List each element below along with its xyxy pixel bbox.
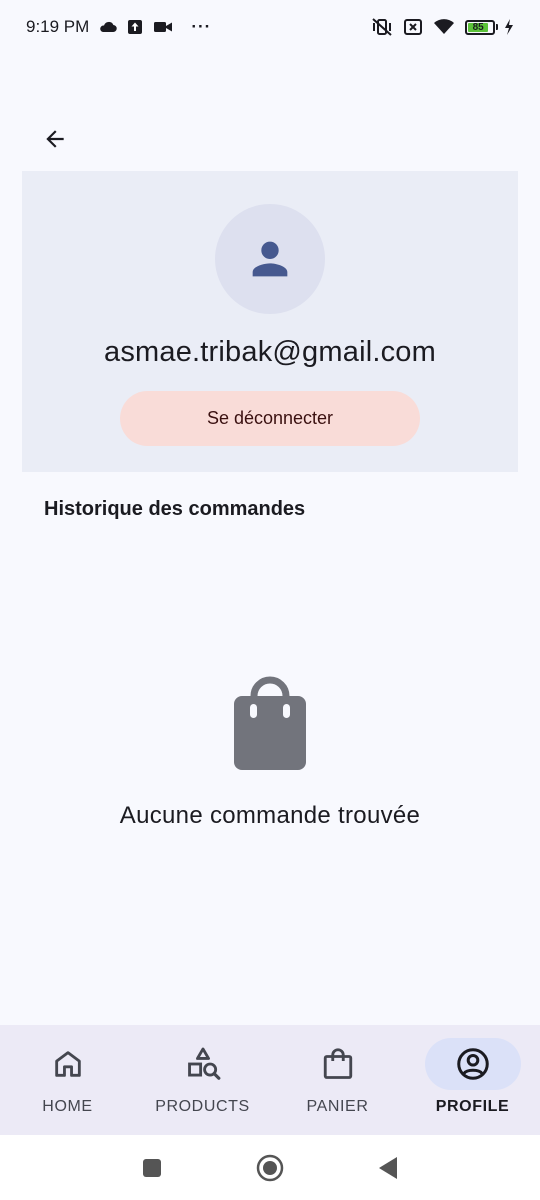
profile-card: asmae.tribak@gmail.com Se déconnecter (22, 171, 518, 472)
circle-icon (256, 1154, 284, 1181)
wifi-icon (433, 18, 455, 36)
battery-level: 85 (468, 22, 489, 32)
nav-item-panier[interactable]: PANIER (270, 1025, 405, 1135)
nav-item-profile[interactable]: PROFILE (405, 1025, 540, 1135)
status-left: 9:19 PM ··· (26, 17, 211, 37)
status-right: 85 (371, 17, 514, 37)
status-bar: 9:19 PM ··· 85 (0, 0, 540, 54)
triangle-back-icon (379, 1156, 397, 1179)
arrow-left-icon (46, 130, 64, 148)
nav-item-home[interactable]: HOME (0, 1025, 135, 1135)
system-navigation-bar (0, 1135, 540, 1200)
nav-item-products[interactable]: PRODUCTS (135, 1025, 270, 1135)
empty-orders-state: Aucune commande trouvée (0, 676, 540, 830)
back-button[interactable] (30, 114, 80, 164)
recents-button[interactable] (93, 1158, 211, 1178)
more-indicator: ··· (191, 17, 212, 36)
no-sim-icon (403, 18, 423, 36)
logout-button[interactable]: Se déconnecter (120, 391, 420, 446)
order-history-title: Historique des commandes (44, 498, 306, 520)
square-icon (143, 1158, 161, 1177)
bottom-navigation: HOME PRODUCTS PANIER PROFILE (0, 1025, 540, 1135)
person-icon (252, 241, 288, 277)
nav-label-home: HOME (42, 1098, 93, 1115)
status-time: 9:19 PM (26, 17, 90, 36)
empty-orders-message: Aucune commande trouvée (119, 802, 421, 829)
avatar (215, 204, 325, 314)
back-system-button[interactable] (329, 1156, 447, 1180)
nav-label-profile: PROFILE (435, 1098, 510, 1115)
account-circle-icon (456, 1048, 489, 1080)
home-system-button[interactable] (211, 1154, 329, 1182)
nav-label-panier: PANIER (306, 1098, 369, 1115)
video-icon (153, 20, 173, 34)
cloud-icon (99, 21, 118, 33)
home-icon (54, 1051, 81, 1077)
shopping-bag-icon (234, 676, 306, 770)
battery-icon: 85 (465, 19, 498, 35)
upload-icon (127, 19, 143, 35)
charging-icon (504, 19, 514, 35)
nav-label-products: PRODUCTS (155, 1098, 250, 1115)
shapes-search-icon (187, 1047, 220, 1080)
user-email: asmae.tribak@gmail.com (104, 336, 436, 368)
vibrate-off-icon (371, 17, 393, 37)
shopping-bag-icon (323, 1048, 352, 1079)
